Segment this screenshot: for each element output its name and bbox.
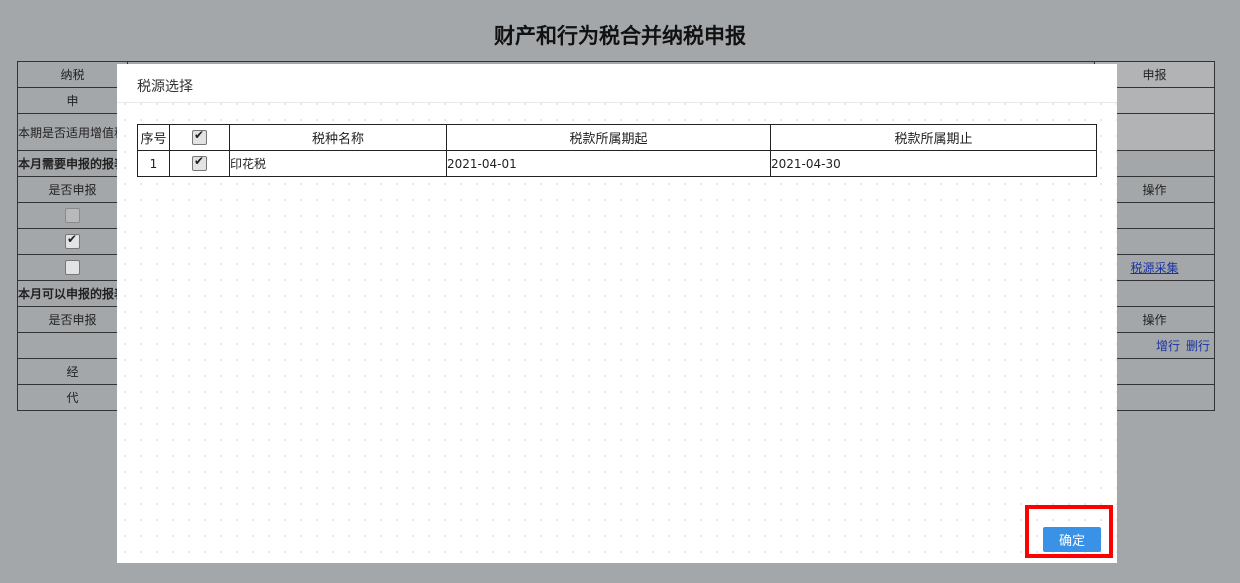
agent-label: 代: [17, 384, 128, 411]
monthly-required-reports-label: 本月需要申报的报表: [17, 150, 128, 177]
dialog-title: 税源选择: [137, 79, 193, 95]
declare-row-label: 申: [17, 87, 128, 114]
col-header-period-start: 税款所属期起: [446, 124, 771, 151]
row-period-end: 2021-04-30: [770, 150, 1097, 177]
select-all-checkbox[interactable]: [192, 128, 207, 145]
highlight-box: [1025, 505, 1113, 558]
row-index: 1: [137, 150, 170, 177]
table-row: 1 印花税 2021-04-01 2021-04-30: [137, 150, 1097, 177]
col-header-period-end: 税款所属期止: [770, 124, 1097, 151]
row-period-start: 2021-04-01: [446, 150, 771, 177]
row-tax-name: 印花税: [229, 150, 447, 177]
add-row-link[interactable]: 增行: [1156, 339, 1180, 353]
page-title: 财产和行为税合并纳税申报: [494, 24, 746, 48]
delete-row-link[interactable]: 删行: [1186, 339, 1210, 353]
report-checkbox-checked[interactable]: [65, 232, 80, 249]
report-checkbox-disabled: [65, 208, 80, 223]
taxpayer-label: 纳税: [17, 61, 128, 88]
is-declare-header: 是否申报: [17, 176, 128, 203]
row-checkbox[interactable]: [192, 154, 207, 171]
tax-source-dialog: 税源选择 序号 税种名称 税款所属期起 税款所属期止 1 印花税 2021-04…: [117, 64, 1117, 563]
tax-source-collect-link[interactable]: 税源采集: [1130, 261, 1178, 275]
col-header-tax-name: 税种名称: [229, 124, 447, 151]
report-checkbox[interactable]: [65, 260, 80, 275]
tax-source-table: 序号 税种名称 税款所属期起 税款所属期止 1 印花税 2021-04-01 2…: [137, 124, 1097, 177]
col-header-index: 序号: [137, 124, 170, 151]
is-declare-header-2: 是否申报: [17, 306, 128, 333]
handler-label: 经: [17, 358, 128, 385]
vat-applicable-label: 本期是否适用增值税: [17, 113, 128, 151]
dialog-header: [117, 64, 1117, 103]
monthly-optional-reports-label: 本月可以申报的报表: [17, 280, 128, 307]
